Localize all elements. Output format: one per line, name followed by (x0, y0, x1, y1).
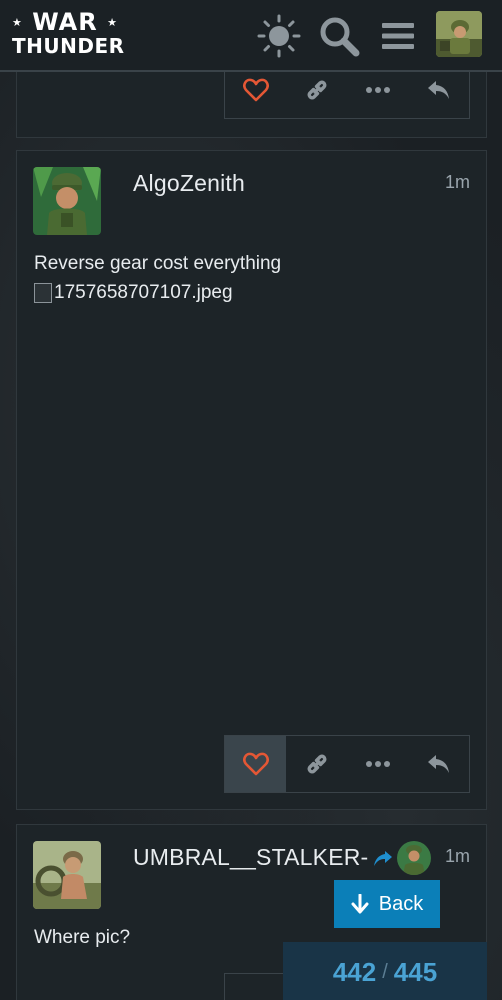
progress-separator: / (382, 960, 388, 983)
ellipsis-icon (365, 761, 390, 767)
soldier-avatar-icon (436, 11, 482, 57)
broken-image-icon (34, 283, 52, 303)
post-card: AlgoZenith 1m Reverse gear cost everythi… (16, 150, 487, 810)
star-icon: ★ (12, 16, 23, 29)
post-image[interactable]: 1757658707107.jpeg (34, 282, 233, 304)
war-thunder-logo[interactable]: ★ WAR ★ THUNDER (12, 8, 125, 62)
logo-top-text: WAR (32, 8, 98, 36)
post-body-text: Where pic? (34, 927, 131, 948)
search-icon (320, 17, 360, 57)
heart-icon (242, 78, 269, 102)
site-header: ★ WAR ★ THUNDER (0, 0, 502, 72)
post-author-name[interactable]: AlgoZenith (133, 170, 245, 197)
reply-icon (427, 81, 449, 99)
progress-current: 442 (332, 956, 377, 987)
post-timestamp[interactable]: 1m (445, 846, 470, 867)
post-actions (224, 735, 470, 793)
post-author-name[interactable]: UMBRAL__STALKER- (133, 844, 368, 871)
like-button[interactable] (225, 736, 286, 792)
more-options-button[interactable] (347, 736, 408, 792)
progress-total: 445 (393, 956, 438, 987)
link-icon (307, 80, 326, 100)
ellipsis-icon (365, 87, 390, 93)
search-button[interactable] (315, 12, 363, 60)
arrow-down-icon (351, 894, 369, 914)
menu-button[interactable] (374, 12, 422, 60)
reply-to-avatar[interactable] (397, 841, 431, 875)
back-button-label: Back (378, 892, 424, 915)
heart-icon (242, 752, 269, 776)
copy-link-button[interactable] (286, 736, 347, 792)
post-body-text: Reverse gear cost everything (34, 253, 282, 274)
hamburger-menu-icon (382, 23, 414, 49)
like-button[interactable] (225, 974, 286, 1000)
reply-icon (427, 755, 449, 773)
star-icon: ★ (107, 16, 118, 29)
soldier-avatar-icon (33, 841, 101, 909)
reply-to-arrow-icon (374, 851, 392, 866)
sun-icon (257, 14, 301, 58)
soldier-avatar-icon (33, 167, 101, 235)
back-button[interactable]: Back (334, 880, 440, 928)
author-avatar[interactable] (33, 841, 101, 909)
logo-bottom-text: THUNDER (12, 34, 125, 58)
theme-toggle-button[interactable] (255, 12, 303, 60)
soldier-avatar-icon (397, 841, 431, 875)
user-avatar[interactable] (436, 11, 482, 57)
author-avatar[interactable] (33, 167, 101, 235)
post-timestamp[interactable]: 1m (445, 172, 470, 193)
reply-button[interactable] (408, 736, 469, 792)
post-image-alt-text: 1757658707107.jpeg (54, 282, 233, 303)
topic-progress-counter[interactable]: 442 / 445 (283, 942, 487, 1000)
link-icon (307, 754, 326, 774)
